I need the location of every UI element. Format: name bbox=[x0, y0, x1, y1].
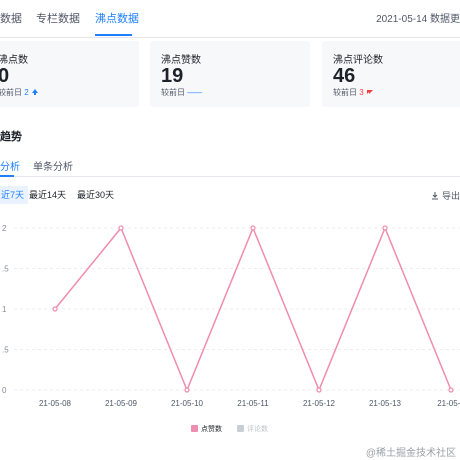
download-icon bbox=[432, 192, 439, 200]
change-value: 2 bbox=[24, 88, 29, 97]
export-button[interactable]: 导出 bbox=[431, 189, 460, 202]
y-tick-label: 0 bbox=[2, 386, 7, 395]
data-point bbox=[316, 387, 322, 393]
trend-section-title: 趋势 bbox=[0, 131, 22, 143]
compare-label: 较前日 bbox=[333, 88, 357, 97]
trend-line-chart: 2 .5 1 .5 0 21-05-08 21-05-09 21-05-10 21-05-11 2… bbox=[2, 224, 460, 408]
data-point bbox=[184, 387, 190, 393]
data-point bbox=[250, 225, 256, 231]
legend-swatch bbox=[191, 425, 198, 432]
data-point bbox=[448, 387, 454, 393]
range-7-days-button[interactable]: 近7天 bbox=[0, 186, 29, 204]
change-value: —— bbox=[187, 88, 202, 97]
tab-pins-data[interactable]: 沸点数据 bbox=[95, 10, 139, 26]
subtab-divider bbox=[0, 176, 460, 177]
stat-value: 46 bbox=[333, 65, 356, 87]
stat-foot-likes: 较前日 —— bbox=[161, 87, 202, 98]
compare-label: 较前日 bbox=[0, 88, 22, 97]
compare-label: 较前日 bbox=[161, 88, 185, 97]
arrow-up-icon bbox=[31, 89, 38, 95]
likes-series-line bbox=[54, 226, 452, 392]
data-point bbox=[52, 306, 58, 312]
legend-swatch bbox=[237, 425, 244, 432]
y-tick-label: 2 bbox=[2, 224, 7, 233]
y-tick-label: .5 bbox=[2, 265, 9, 274]
y-tick-label: 1 bbox=[2, 305, 7, 314]
x-tick-label: 21-05-12 bbox=[303, 399, 336, 408]
x-tick-label: 21-05-09 bbox=[105, 399, 138, 408]
stat-value: 0 bbox=[0, 65, 10, 87]
watermark: @稀土掘金技术社区 bbox=[365, 448, 456, 459]
y-tick-label: .5 bbox=[2, 346, 9, 355]
x-tick-label: 21-05-08 bbox=[39, 399, 72, 408]
arrow-down-icon bbox=[366, 90, 373, 94]
stat-label: 沸点评论数 bbox=[333, 55, 383, 66]
legend-label: 评论数 bbox=[247, 426, 268, 433]
data-update-date: 2021-05-14 数据更 bbox=[376, 14, 460, 25]
top-tab-bar: 数据 专栏数据 沸点数据 2021-05-14 数据更 bbox=[0, 0, 460, 38]
stat-value: 19 bbox=[161, 65, 184, 87]
stat-foot-pins: 较前日 2 bbox=[0, 87, 39, 98]
legend-label: 点赞数 bbox=[201, 426, 222, 433]
data-point bbox=[382, 225, 388, 231]
x-tick-label: 21-05-10 bbox=[171, 399, 204, 408]
range-30-days-button[interactable]: 最近30天 bbox=[73, 186, 118, 204]
x-tick-label: 21-05-1 bbox=[437, 399, 460, 408]
range-14-days-button[interactable]: 最近14天 bbox=[25, 186, 70, 204]
x-tick-label: 21-05-11 bbox=[237, 399, 269, 408]
data-point bbox=[118, 225, 124, 231]
export-label: 导出 bbox=[441, 191, 460, 201]
subtab-analysis[interactable]: 分析 bbox=[0, 158, 20, 173]
stat-label: 沸点数 bbox=[0, 55, 28, 66]
change-value: 3 bbox=[359, 88, 364, 97]
x-tick-label: 21-05-13 bbox=[369, 399, 402, 408]
stat-foot-comments: 较前日 3 bbox=[333, 87, 374, 98]
stat-label: 沸点赞数 bbox=[161, 55, 201, 66]
subtab-single-analysis[interactable]: 单条分析 bbox=[33, 158, 73, 173]
tab-column-data[interactable]: 专栏数据 bbox=[36, 10, 80, 26]
tab-data[interactable]: 数据 bbox=[0, 10, 22, 26]
active-tab-underline bbox=[95, 34, 132, 36]
legend-comments[interactable]: 评论数 bbox=[237, 424, 268, 434]
legend-likes[interactable]: 点赞数 bbox=[191, 424, 222, 434]
active-subtab-underline bbox=[0, 175, 14, 177]
